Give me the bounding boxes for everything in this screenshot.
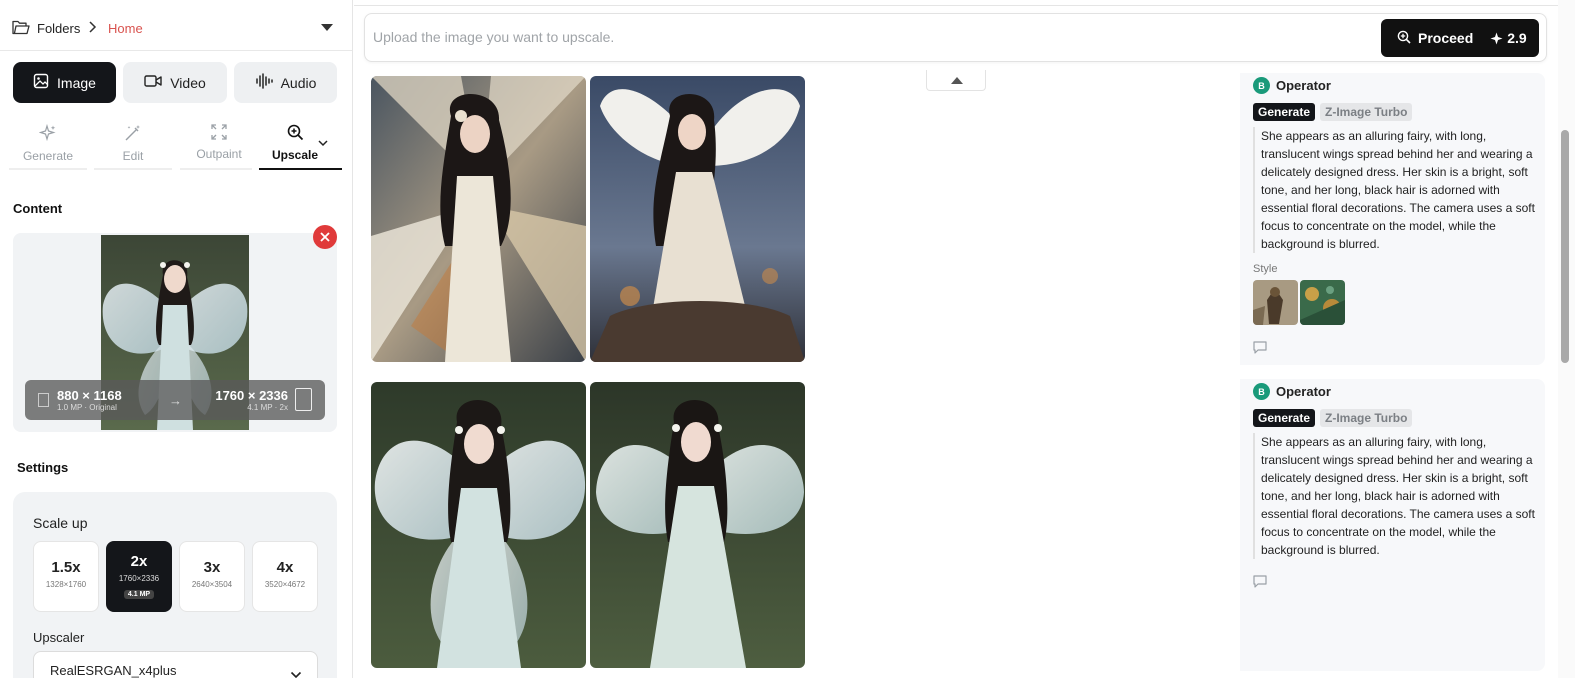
original-resolution: 880 × 1168: [57, 388, 122, 403]
expand-icon: [180, 124, 258, 143]
chevron-down-icon: [290, 666, 302, 678]
resolution-comparison: 880 × 1168 1.0 MP · Original → 1760 × 23…: [25, 380, 325, 420]
avatar: B: [1253, 383, 1270, 400]
tab-underline: [180, 168, 252, 170]
result-card: B Operator Generate Z-Image Turbo She ap…: [363, 73, 1545, 365]
scale-option-4x[interactable]: 4x 3520×4672: [252, 541, 318, 612]
sparkle-icon: [1490, 32, 1503, 44]
scale-dims: 1328×1760: [45, 580, 87, 589]
model-tag: Z-Image Turbo: [1320, 103, 1413, 121]
scale-option-2x[interactable]: 2x 1760×2336 4.1 MP: [106, 541, 172, 612]
chevron-up-icon: [951, 77, 963, 84]
tab-image[interactable]: Image: [13, 62, 116, 103]
proceed-label: Proceed: [1418, 30, 1474, 46]
megapixel-badge: 4.1 MP: [123, 590, 155, 599]
author-name: Operator: [1276, 78, 1331, 93]
tab-video[interactable]: Video: [123, 62, 227, 103]
result-description: She appears as an alluring fairy, with l…: [1253, 433, 1543, 559]
result-description: She appears as an alluring fairy, with l…: [1253, 127, 1543, 253]
author-name: Operator: [1276, 384, 1331, 399]
upscaler-label: Upscaler: [33, 630, 85, 645]
tab-underline: [9, 168, 87, 170]
scale-option-3x[interactable]: 3x 2640×3504: [179, 541, 245, 612]
app: Folders Home Image Video Audio Generate …: [0, 0, 1575, 678]
comment-icon[interactable]: [1253, 341, 1267, 359]
image-icon: [33, 73, 49, 92]
zoom-in-icon: [1397, 30, 1411, 47]
folder-dropdown-icon[interactable]: [321, 24, 333, 31]
action-tag: Generate: [1253, 103, 1316, 121]
close-icon: [320, 232, 330, 242]
target-resolution: 1760 × 2336: [215, 388, 288, 403]
main-panel: Proceed 2.9: [354, 0, 1575, 678]
tab-audio[interactable]: Audio: [234, 62, 337, 103]
tab-audio-label: Audio: [280, 74, 317, 91]
arrow-right-icon: →: [169, 393, 182, 408]
style-thumbnail[interactable]: [1300, 280, 1345, 325]
breadcrumb-folders[interactable]: Folders: [37, 21, 80, 36]
tool-generate[interactable]: Generate: [9, 118, 87, 170]
style-label: Style: [1253, 263, 1278, 275]
prompt-input[interactable]: [373, 26, 1273, 48]
original-aspect-icon: [38, 393, 49, 407]
action-tag: Generate: [1253, 409, 1316, 427]
original-meta: 1.0 MP · Original: [57, 403, 117, 412]
tab-underline: [94, 168, 172, 170]
scale-value: 2x: [130, 553, 148, 570]
scale-up-label: Scale up: [33, 515, 88, 531]
scale-value: 4x: [276, 559, 294, 576]
prompt-bar: Proceed 2.9: [364, 13, 1547, 62]
upscaler-select[interactable]: RealESRGAN_x4plus: [33, 651, 318, 678]
result-image[interactable]: [590, 76, 805, 362]
scale-option-1-5x[interactable]: 1.5x 1328×1760: [33, 541, 99, 612]
settings-title: Settings: [17, 460, 69, 475]
style-thumbnail[interactable]: [1253, 280, 1298, 325]
model-tag: Z-Image Turbo: [1320, 409, 1413, 427]
credit-cost-value: 2.9: [1507, 30, 1527, 46]
tool-edit[interactable]: Edit: [94, 118, 172, 170]
tool-edit-label: Edit: [122, 149, 144, 163]
content-title: Content: [13, 201, 63, 216]
sparkle-icon: [9, 123, 87, 145]
target-meta: 4.1 MP · 2x: [247, 403, 288, 412]
result-image[interactable]: [371, 382, 586, 668]
scale-dims: 2640×3504: [191, 580, 233, 589]
scale-dims: 1760×2336: [118, 574, 160, 583]
tools-more-icon[interactable]: [318, 134, 328, 152]
scrollbar-thumb[interactable]: [1561, 130, 1569, 363]
sidebar: Folders Home Image Video Audio Generate …: [0, 0, 353, 678]
collapse-toggle[interactable]: [926, 70, 986, 91]
chevron-right-icon: [87, 20, 97, 39]
tool-upscale-label: Upscale: [271, 148, 319, 162]
tool-outpaint-label: Outpaint: [196, 147, 242, 161]
video-icon: [144, 74, 162, 91]
tab-image-label: Image: [57, 74, 96, 91]
breadcrumb: Folders Home: [0, 0, 352, 51]
result-author: B Operator: [1253, 383, 1331, 400]
proceed-button[interactable]: Proceed 2.9: [1381, 19, 1539, 57]
tool-outpaint[interactable]: Outpaint: [180, 118, 258, 170]
target-aspect-icon: [295, 388, 312, 411]
scale-value: 3x: [203, 559, 221, 576]
tool-generate-label: Generate: [22, 149, 74, 163]
result-image[interactable]: [371, 76, 586, 362]
scale-value: 1.5x: [51, 559, 81, 576]
audio-icon: [255, 73, 273, 92]
scale-dims: 3520×4672: [264, 580, 306, 589]
wand-icon: [94, 124, 172, 145]
credit-cost: 2.9: [1490, 30, 1527, 46]
comment-icon[interactable]: [1253, 575, 1267, 593]
folder-icon[interactable]: [12, 20, 30, 40]
result-author: B Operator: [1253, 77, 1331, 94]
result-image[interactable]: [590, 382, 805, 668]
result-card: B Operator Generate Z-Image Turbo She ap…: [363, 379, 1545, 671]
tab-video-label: Video: [170, 74, 206, 91]
upscaler-value: RealESRGAN_x4plus: [50, 663, 177, 678]
breadcrumb-home[interactable]: Home: [108, 21, 143, 36]
avatar: B: [1253, 77, 1270, 94]
tab-underline-active: [259, 168, 342, 170]
divider: [354, 5, 1575, 6]
remove-image-button[interactable]: [313, 225, 337, 249]
